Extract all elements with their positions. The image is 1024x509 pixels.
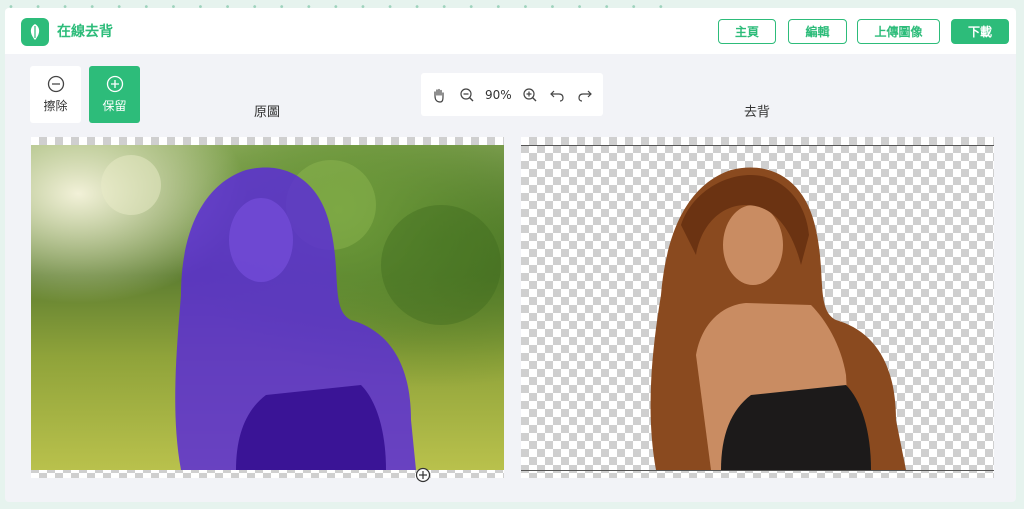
- canvas-bottom-border: [521, 470, 994, 471]
- upload-image-button[interactable]: 上傳圖像: [857, 19, 940, 44]
- leaf-logo-icon: [21, 18, 49, 46]
- zoom-toolbar: 90%: [421, 73, 603, 116]
- erase-tool-button[interactable]: 擦除: [30, 66, 81, 123]
- keep-tool-button[interactable]: 保留: [89, 66, 140, 123]
- brand-name: 在線去背: [57, 24, 113, 40]
- top-bar: 在線去背 主頁 編輯 上傳圖像 下載: [5, 8, 1016, 54]
- plus-circle-icon: [106, 75, 123, 93]
- undo-icon[interactable]: [548, 86, 566, 104]
- erase-label: 擦除: [43, 99, 68, 113]
- original-image-canvas[interactable]: [31, 137, 504, 483]
- hand-icon[interactable]: [430, 86, 448, 104]
- redo-icon[interactable]: [576, 86, 594, 104]
- keep-label: 保留: [102, 99, 127, 113]
- zoom-in-icon[interactable]: [521, 86, 539, 104]
- original-image-title: 原圖: [254, 105, 281, 120]
- zoom-out-icon[interactable]: [458, 86, 476, 104]
- cutout-subject: [650, 167, 906, 470]
- home-button[interactable]: 主頁: [718, 19, 776, 44]
- original-photo: [31, 145, 504, 470]
- result-image-canvas: [521, 137, 994, 478]
- cursor-crosshair-icon: [415, 467, 431, 483]
- minus-circle-icon: [47, 75, 64, 93]
- edit-button[interactable]: 編輯: [788, 19, 847, 44]
- zoom-level: 90%: [484, 87, 512, 102]
- result-image-title: 去背: [744, 105, 771, 120]
- download-button[interactable]: 下載: [951, 19, 1009, 44]
- app-frame: 在線去背 主頁 編輯 上傳圖像 下載 擦除 保留 90% 原圖 去背: [5, 8, 1016, 502]
